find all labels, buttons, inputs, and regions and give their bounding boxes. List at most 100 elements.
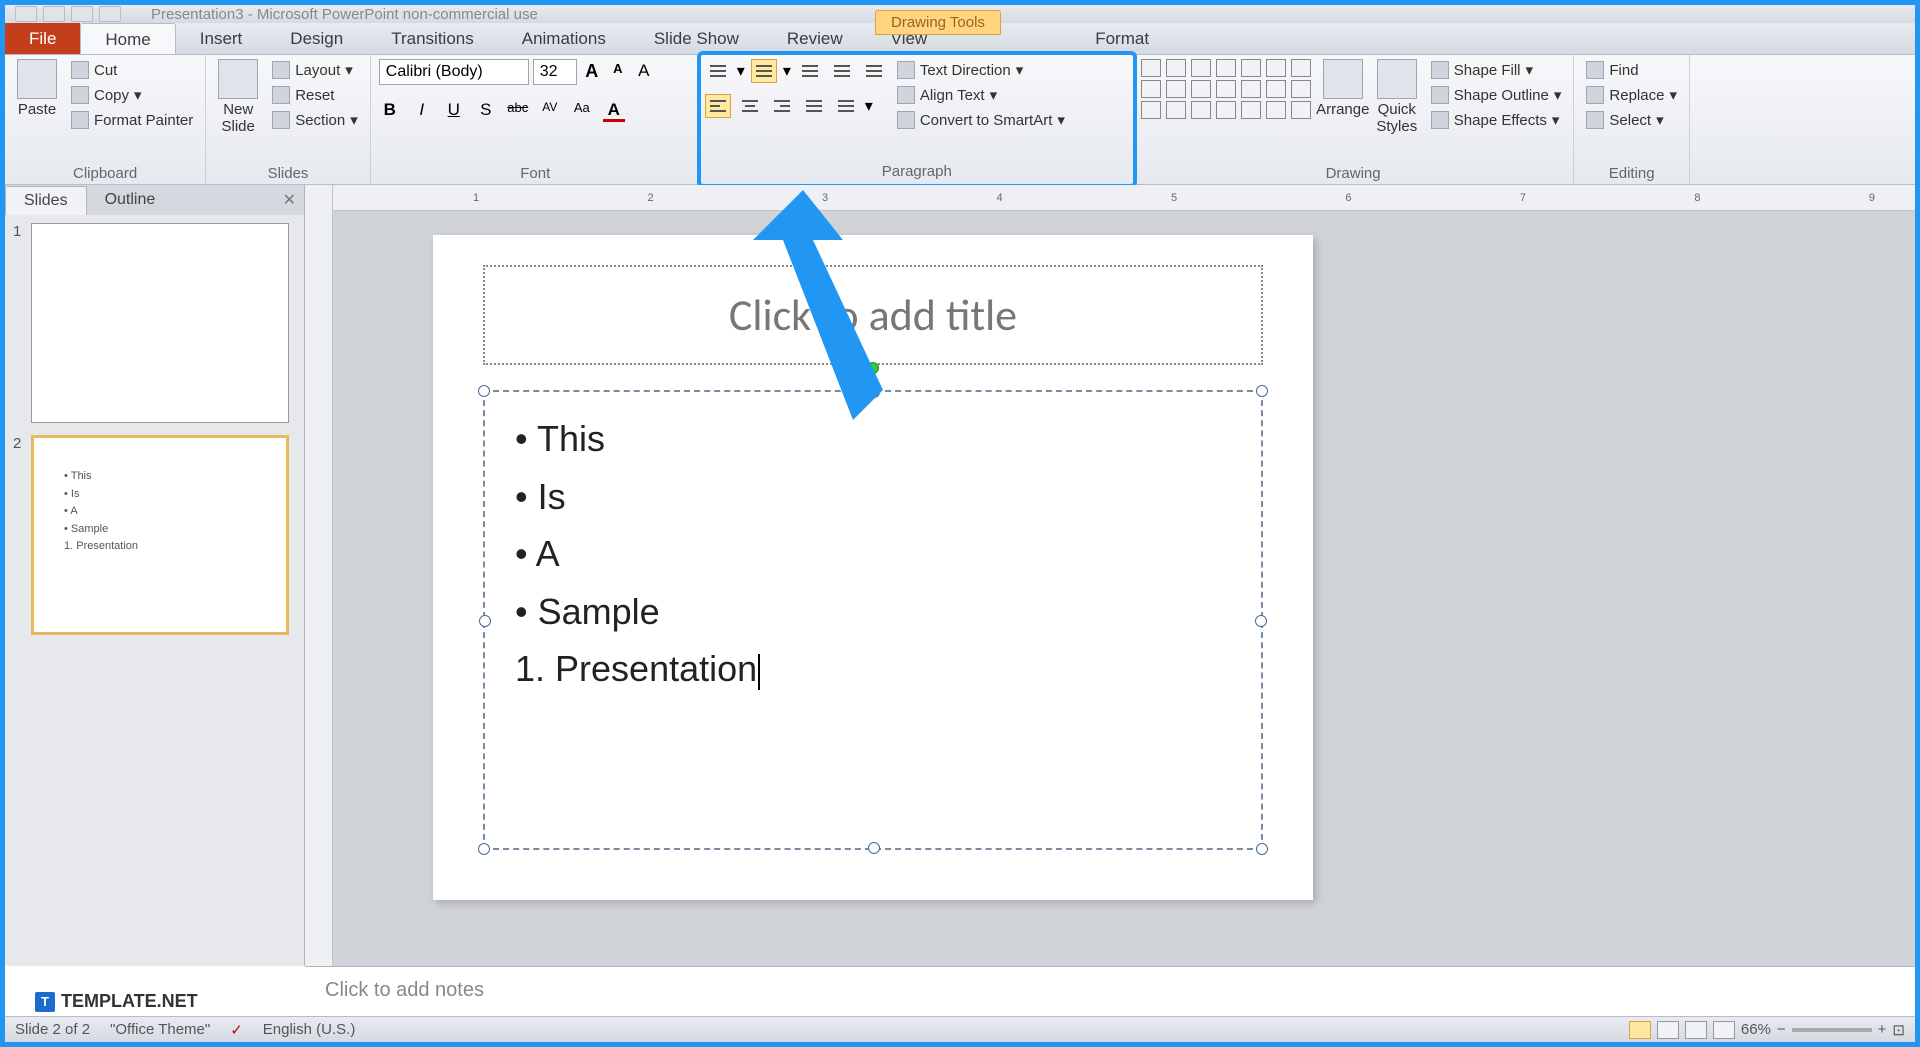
tab-file[interactable]: File	[5, 23, 80, 54]
rotation-handle[interactable]	[867, 362, 879, 374]
resize-handle-br[interactable]	[1256, 843, 1268, 855]
shape-hexagon-icon[interactable]	[1241, 80, 1261, 98]
pane-close-button[interactable]: ✕	[283, 190, 296, 210]
shape-arrow-icon[interactable]	[1166, 59, 1186, 77]
shape-sun-icon[interactable]	[1241, 101, 1261, 119]
shape-roundrect-icon[interactable]	[1216, 59, 1236, 77]
context-tab-drawing-tools[interactable]: Drawing Tools	[875, 10, 1001, 35]
qat-save-icon[interactable]	[43, 6, 65, 22]
shape-outline-button[interactable]: Shape Outline ▾	[1427, 84, 1566, 106]
reset-button[interactable]: Reset	[268, 84, 362, 106]
format-painter-button[interactable]: Format Painter	[67, 109, 197, 131]
shape-textbox-icon[interactable]	[1266, 59, 1286, 77]
pane-tab-slides[interactable]: Slides	[5, 186, 87, 215]
slide-thumbnail-1[interactable]	[31, 223, 289, 423]
chevron-down-icon[interactable]: ▾	[865, 96, 873, 116]
resize-handle-tm[interactable]	[868, 386, 880, 398]
text-direction-button[interactable]: Text Direction ▾	[893, 59, 1069, 81]
change-case-button[interactable]: Aa	[571, 100, 593, 122]
tab-format[interactable]: Format	[1071, 23, 1173, 54]
shape-brace-icon[interactable]	[1141, 101, 1161, 119]
copy-button[interactable]: Copy ▾	[67, 84, 197, 106]
zoom-slider[interactable]	[1792, 1028, 1872, 1032]
notes-pane[interactable]: Click to add notes	[305, 966, 1915, 1016]
quick-access-toolbar[interactable]	[15, 6, 121, 22]
resize-handle-tr[interactable]	[1256, 385, 1268, 397]
title-placeholder[interactable]: Click to add title	[483, 265, 1263, 365]
clear-format-button[interactable]: A	[633, 61, 655, 83]
shape-triangle-icon[interactable]	[1291, 59, 1311, 77]
shape-bracket-icon[interactable]	[1166, 101, 1186, 119]
chevron-down-icon[interactable]: ▾	[737, 61, 745, 81]
bold-button[interactable]: B	[379, 100, 401, 122]
quick-styles-button[interactable]: Quick Styles	[1373, 59, 1421, 135]
find-button[interactable]: Find	[1582, 59, 1681, 81]
strikethrough-button[interactable]: abc	[507, 100, 529, 122]
slideshow-view-button[interactable]	[1713, 1021, 1735, 1039]
tab-home[interactable]: Home	[80, 23, 175, 54]
shape-arrow2-icon[interactable]	[1191, 80, 1211, 98]
zoom-level[interactable]: 66%	[1741, 1021, 1771, 1038]
zoom-out-button[interactable]: −	[1777, 1021, 1786, 1038]
zoom-in-button[interactable]: +	[1878, 1021, 1887, 1038]
reading-view-button[interactable]	[1685, 1021, 1707, 1039]
italic-button[interactable]: I	[411, 100, 433, 122]
shape-dropdown-icon[interactable]	[1291, 101, 1311, 119]
replace-button[interactable]: Replace ▾	[1582, 84, 1681, 106]
shadow-button[interactable]: S	[475, 100, 497, 122]
spell-check-icon[interactable]: ✓	[230, 1021, 243, 1039]
content-text[interactable]: This Is A Sample Presentation	[485, 392, 1261, 716]
align-text-button[interactable]: Align Text ▾	[893, 84, 1069, 106]
align-right-button[interactable]	[769, 94, 795, 118]
cut-button[interactable]: Cut	[67, 59, 197, 81]
section-button[interactable]: Section ▾	[268, 109, 362, 131]
tab-insert[interactable]: Insert	[176, 23, 267, 54]
font-size-select[interactable]: 32	[533, 59, 577, 85]
sorter-view-button[interactable]	[1657, 1021, 1679, 1039]
normal-view-button[interactable]	[1629, 1021, 1651, 1039]
underline-button[interactable]: U	[443, 100, 465, 122]
shape-connector-icon[interactable]	[1166, 80, 1186, 98]
justify-button[interactable]	[801, 94, 827, 118]
shape-oval-icon[interactable]	[1241, 59, 1261, 77]
tab-design[interactable]: Design	[266, 23, 367, 54]
language-indicator[interactable]: English (U.S.)	[263, 1021, 356, 1038]
align-left-button[interactable]	[705, 94, 731, 118]
shape-moon-icon[interactable]	[1266, 101, 1286, 119]
convert-smartart-button[interactable]: Convert to SmartArt ▾	[893, 109, 1069, 131]
select-button[interactable]: Select ▾	[1582, 109, 1681, 131]
shape-more-icon[interactable]	[1291, 80, 1311, 98]
tab-transitions[interactable]: Transitions	[367, 23, 498, 54]
grow-font-button[interactable]: A	[581, 61, 603, 83]
char-spacing-button[interactable]: AV	[539, 100, 561, 122]
font-name-select[interactable]: Calibri (Body)	[379, 59, 529, 85]
fit-to-window-button[interactable]: ⊡	[1892, 1021, 1905, 1039]
resize-handle-bl[interactable]	[478, 843, 490, 855]
shape-fill-button[interactable]: Shape Fill ▾	[1427, 59, 1566, 81]
resize-handle-ml[interactable]	[479, 615, 491, 627]
tab-slideshow[interactable]: Slide Show	[630, 23, 763, 54]
chevron-down-icon[interactable]: ▾	[783, 61, 791, 81]
columns-button[interactable]	[833, 94, 859, 118]
resize-handle-mr[interactable]	[1255, 615, 1267, 627]
qat-undo-icon[interactable]	[71, 6, 93, 22]
slide-canvas[interactable]: Click to add title This Is A Sample Pres…	[433, 235, 1313, 900]
resize-handle-bm[interactable]	[868, 842, 880, 854]
content-placeholder[interactable]: This Is A Sample Presentation	[483, 390, 1263, 850]
qat-redo-icon[interactable]	[99, 6, 121, 22]
new-slide-button[interactable]: New Slide	[214, 59, 262, 135]
shape-cloud-icon[interactable]	[1191, 101, 1211, 119]
tab-animations[interactable]: Animations	[498, 23, 630, 54]
shrink-font-button[interactable]: A	[607, 61, 629, 83]
shape-line-icon[interactable]	[1141, 59, 1161, 77]
shape-curve-icon[interactable]	[1141, 80, 1161, 98]
shape-rect-icon[interactable]	[1191, 59, 1211, 77]
pane-tab-outline[interactable]: Outline	[87, 186, 174, 214]
font-color-button[interactable]: A	[603, 100, 625, 122]
slide-thumbnail-2[interactable]: This Is A Sample Presentation	[31, 435, 289, 635]
decrease-indent-button[interactable]	[797, 59, 823, 83]
arrange-button[interactable]: Arrange	[1319, 59, 1367, 118]
paste-button[interactable]: Paste	[13, 59, 61, 118]
tab-review[interactable]: Review	[763, 23, 867, 54]
align-center-button[interactable]	[737, 94, 763, 118]
